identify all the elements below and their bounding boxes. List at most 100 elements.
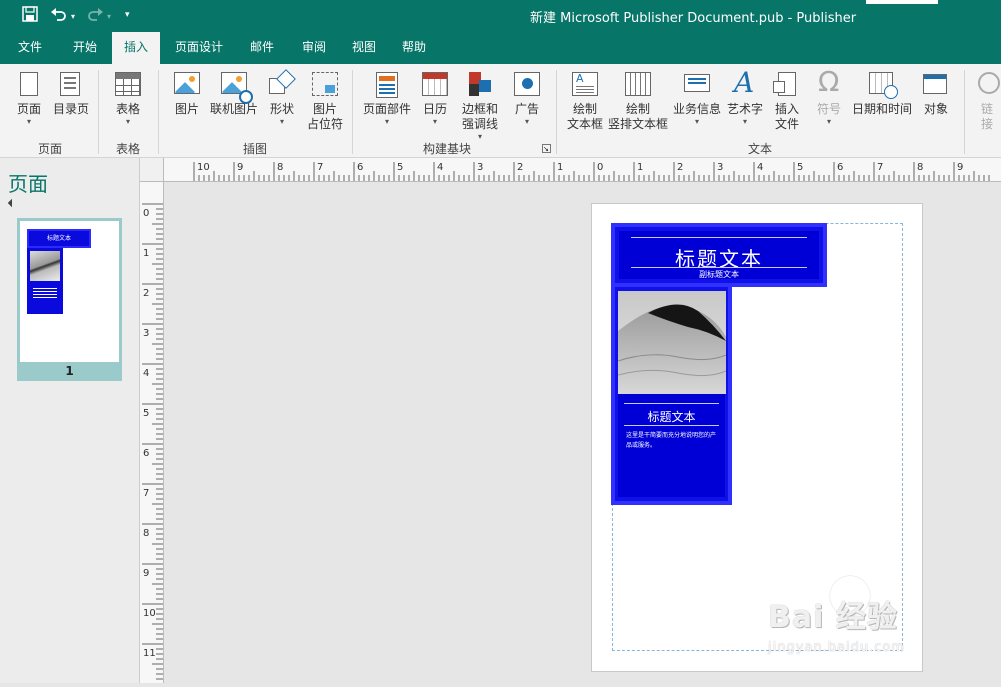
globe-icon [239, 90, 253, 104]
object-icon [923, 74, 947, 94]
object-button[interactable]: 对象 [918, 70, 954, 117]
header-subtitle[interactable]: 副标题文本 [619, 269, 819, 280]
ruler-label: 6 [837, 162, 843, 173]
link-icon [978, 72, 1000, 94]
page-icon [20, 72, 38, 96]
draw-vertical-textbox-button[interactable]: 绘制 竖排文本框 [606, 70, 670, 132]
ruler-label: 9 [957, 162, 963, 173]
window-title: 新建 Microsoft Publisher Document.pub - Pu… [530, 11, 857, 26]
column-rule-top [624, 403, 719, 404]
ruler-label: 6 [357, 162, 363, 173]
wordart-button[interactable]: A 艺术字 ▾ [726, 66, 764, 127]
header-textbox[interactable]: 标题文本 副标题文本 [611, 223, 827, 287]
account-area[interactable] [866, 0, 938, 4]
group-label-illustrations: 插图 [242, 142, 267, 156]
catalog-page-button[interactable]: 目录页 [50, 70, 92, 117]
side-column-box[interactable]: 标题文本 这里是干简要而充分地说明您的产品或服务。 [611, 287, 732, 505]
ruler-label: 2 [143, 288, 149, 299]
tab-page-design[interactable]: 页面设计 [166, 32, 232, 64]
insert-file-button[interactable]: 插入 文件 [770, 70, 804, 132]
insert-file-icon [773, 72, 796, 96]
tab-review[interactable]: 审阅 [292, 32, 336, 64]
column-title[interactable]: 标题文本 [618, 408, 725, 425]
save-icon[interactable] [22, 6, 38, 26]
tab-insert[interactable]: 插入 [112, 32, 160, 64]
picture-placeholder-button[interactable]: 图片 占位符 [304, 70, 346, 132]
business-info-icon [684, 74, 710, 92]
ruler-label: 7 [877, 162, 883, 173]
column-body-text[interactable]: 这里是干简要而充分地说明您的产品或服务。 [626, 431, 719, 451]
thumbnail-page-number: 1 [65, 364, 74, 378]
wordart-icon: A [734, 66, 755, 99]
date-time-icon [869, 72, 898, 99]
ruler-label: 3 [143, 328, 149, 339]
table-button[interactable]: 表格 ▾ [108, 70, 148, 127]
calendar-icon [422, 72, 448, 96]
watermark-brand: Bai 经验 [768, 600, 898, 635]
ruler-label: 8 [917, 162, 923, 173]
undo-icon[interactable] [50, 6, 68, 26]
ruler-label: 1 [557, 162, 563, 173]
ruler-label: 7 [317, 162, 323, 173]
dune-photo[interactable] [618, 291, 726, 394]
header-rule-top [631, 237, 807, 238]
column-rule-bottom [624, 425, 719, 426]
ruler-label: 0 [143, 208, 149, 219]
picture-button[interactable]: 图片 [170, 70, 204, 117]
ruler-label: 2 [677, 162, 683, 173]
ruler-label: 10 [143, 608, 156, 619]
borders-accents-button[interactable]: 边框和 强调线 ▾ [456, 70, 504, 142]
draw-textbox-button[interactable]: A 绘制 文本框 [564, 70, 606, 132]
ruler-label: 5 [143, 408, 149, 419]
group-label-pages: 页面 [37, 142, 62, 156]
thumbnail-page: 标题文本 [20, 221, 119, 362]
undo-dropdown-icon[interactable]: ▾ [71, 12, 75, 21]
thumbnail-column [27, 248, 63, 314]
pages-pane-title: 页面 [8, 172, 48, 196]
tab-mailings[interactable]: 邮件 [240, 32, 284, 64]
ruler-label: 5 [797, 162, 803, 173]
shapes-button[interactable]: 形状 ▾ [264, 69, 300, 127]
watermark-url: jingyan.baidu.com [768, 640, 905, 655]
group-label-tables: 表格 [115, 142, 140, 156]
online-pictures-button[interactable]: 联机图片 [208, 70, 260, 117]
page-button[interactable]: 页面 ▾ [12, 70, 46, 127]
business-info-button[interactable]: 业务信息 ▾ [672, 70, 722, 127]
page-parts-button[interactable]: 页面部件 ▾ [360, 70, 414, 127]
ruler-label: 3 [717, 162, 723, 173]
thumbnail-image [30, 251, 60, 281]
pages-pane: 页面 标题文本 1 [0, 158, 140, 683]
ruler-corner [140, 158, 164, 182]
ruler-label: 9 [237, 162, 243, 173]
page-parts-icon [376, 72, 398, 98]
date-time-button[interactable]: 日期和时间 [850, 70, 914, 117]
group-divider [964, 70, 965, 154]
vertical-ruler-ticks: 0 1 2 3 4 5 6 7 8 9 10 11 [142, 203, 163, 680]
picture-placeholder-icon [312, 72, 338, 96]
ruler-label: 10 [197, 162, 210, 173]
tab-home[interactable]: 开始 [62, 32, 108, 64]
ruler-label: 4 [757, 162, 763, 173]
horizontal-ruler[interactable]: 10 9 8 7 6 5 4 3 2 1 0 1 2 3 4 5 6 7 8 9 [164, 158, 1001, 182]
ruler-label: 4 [437, 162, 443, 173]
vertical-ruler[interactable]: 0 1 2 3 4 5 6 7 8 9 10 11 [140, 182, 164, 683]
ruler-label: 8 [143, 528, 149, 539]
advertisements-button[interactable]: 广告 ▾ [510, 70, 544, 127]
tab-help[interactable]: 帮助 [392, 32, 436, 64]
table-icon [115, 72, 141, 96]
ruler-label: 3 [477, 162, 483, 173]
tab-file[interactable]: 文件 [8, 32, 52, 64]
building-blocks-launcher-icon[interactable]: ↘ [542, 144, 551, 153]
collapse-arrow-icon[interactable] [7, 198, 17, 208]
customize-quick-access-icon[interactable]: ▾ [125, 10, 130, 20]
page-thumbnail[interactable]: 标题文本 1 [17, 218, 122, 381]
title-bar: ▾ ▾ ▾ 新建 Microsoft Publisher Document.pu… [0, 0, 1001, 32]
calendars-button[interactable]: 日历 ▾ [418, 70, 452, 127]
ruler-label: 6 [143, 448, 149, 459]
ruler-label: 7 [143, 488, 149, 499]
catalog-page-icon [60, 72, 80, 96]
tab-view[interactable]: 视图 [342, 32, 386, 64]
symbol-button: Ω 符号 ▾ [816, 65, 841, 127]
thumbnail-header: 标题文本 [27, 229, 91, 248]
side-column-inner: 标题文本 这里是干简要而充分地说明您的产品或服务。 [618, 291, 726, 497]
